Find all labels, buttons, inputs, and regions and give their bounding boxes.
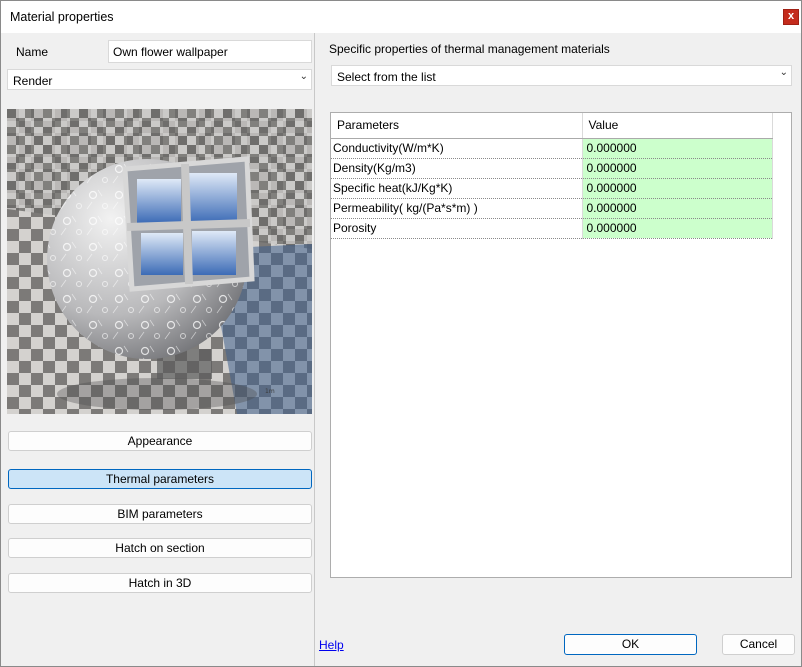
chevron-down-icon: ⌄ <box>779 67 788 78</box>
material-preview-image: 1m <box>7 109 312 414</box>
section-title: Specific properties of thermal managemen… <box>329 42 610 56</box>
close-button[interactable]: x <box>783 9 799 25</box>
param-value-cell[interactable]: 0.000000 <box>582 158 773 179</box>
preset-select-value: Select from the list <box>337 70 436 84</box>
appearance-button[interactable]: Appearance <box>8 431 312 451</box>
param-name: Density(Kg/m3) <box>331 158 583 179</box>
param-name: Specific heat(kJ/Kg*K) <box>331 178 583 199</box>
table-row: Conductivity(W/m*K) 0.000000 <box>331 138 773 159</box>
window-title: Material properties <box>10 10 114 24</box>
title-bar: Material properties x <box>1 1 801 33</box>
column-header-value: Value <box>582 113 773 139</box>
left-panel: Name Render ⌄ <box>1 33 315 666</box>
param-value-cell[interactable]: 0.000000 <box>582 198 773 219</box>
right-panel: Specific properties of thermal managemen… <box>315 33 801 666</box>
param-value-cell[interactable]: 0.000000 <box>582 218 773 239</box>
table-row: Porosity 0.000000 <box>331 218 773 239</box>
table-row: Permeability( kg/(Pa*s*m) ) 0.000000 <box>331 198 773 219</box>
chevron-down-icon: ⌄ <box>299 71 308 82</box>
thermal-parameters-table: Parameters Value Conductivity(W/m*K) 0.0… <box>330 112 792 578</box>
table-row: Density(Kg/m3) 0.000000 <box>331 158 773 179</box>
material-preset-select[interactable]: Select from the list ⌄ <box>331 65 792 86</box>
cancel-button[interactable]: Cancel <box>722 634 795 655</box>
render-mode-select[interactable]: Render ⌄ <box>7 69 312 90</box>
sphere-preview-render: 1m <box>7 109 312 414</box>
column-header-parameters: Parameters <box>331 113 583 139</box>
bim-parameters-button[interactable]: BIM parameters <box>8 504 312 524</box>
table-header-row: Parameters Value <box>331 113 773 139</box>
close-icon: x <box>787 10 795 22</box>
thermal-parameters-button[interactable]: Thermal parameters <box>8 469 312 489</box>
help-link[interactable]: Help <box>319 638 344 652</box>
name-label: Name <box>16 45 49 59</box>
param-value-cell[interactable]: 0.000000 <box>582 138 773 159</box>
table-row: Specific heat(kJ/Kg*K) 0.000000 <box>331 178 773 199</box>
param-value-cell[interactable]: 0.000000 <box>582 178 773 199</box>
material-properties-dialog: Material properties x Name Render ⌄ <box>0 0 802 667</box>
name-input[interactable] <box>108 40 312 63</box>
ok-button[interactable]: OK <box>564 634 697 655</box>
param-name: Porosity <box>331 218 583 239</box>
param-name: Conductivity(W/m*K) <box>331 138 583 159</box>
param-name: Permeability( kg/(Pa*s*m) ) <box>331 198 583 219</box>
hatch-in-3d-button[interactable]: Hatch in 3D <box>8 573 312 593</box>
render-mode-value: Render <box>13 74 53 88</box>
hatch-on-section-button[interactable]: Hatch on section <box>8 538 312 558</box>
svg-text:1m: 1m <box>265 388 275 395</box>
